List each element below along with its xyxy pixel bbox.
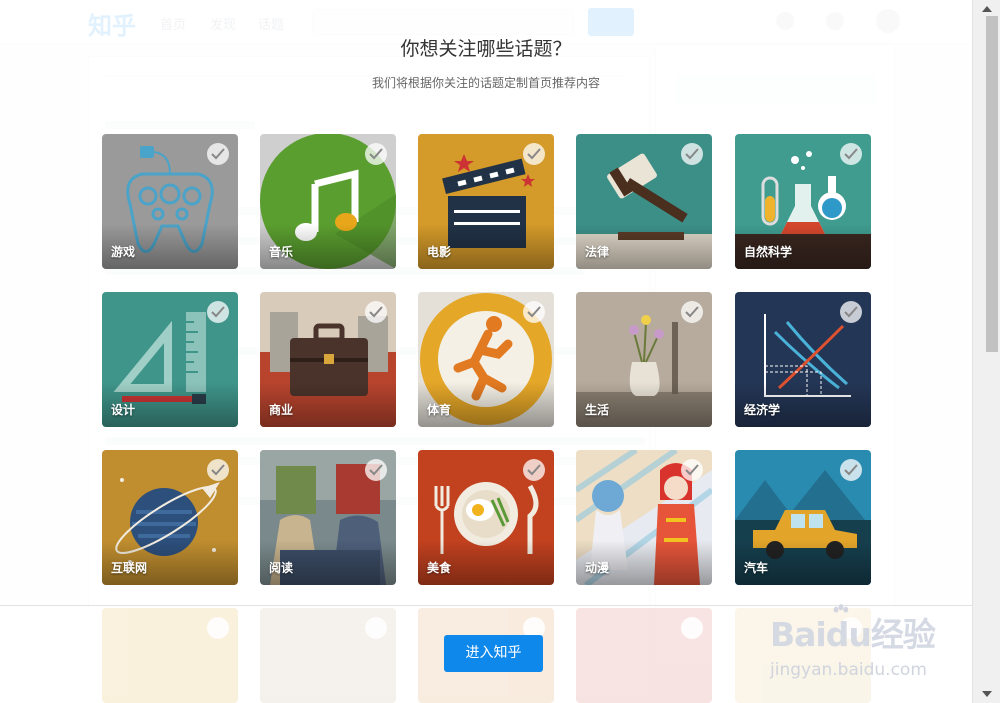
topic-label: 游戏 xyxy=(111,245,136,259)
topic-tile-sports[interactable]: 体育 xyxy=(418,292,554,427)
topic-tile-music[interactable]: 音乐 xyxy=(260,134,396,269)
topic-tile-law[interactable]: 法律 xyxy=(576,134,712,269)
check-icon xyxy=(523,301,545,323)
scroll-up-icon[interactable] xyxy=(982,6,992,12)
topic-label: 设计 xyxy=(111,403,136,417)
check-icon xyxy=(681,301,703,323)
check-icon xyxy=(207,459,229,481)
modal-title: 你想关注哪些话题？ xyxy=(400,38,572,60)
topic-label: 商业 xyxy=(269,403,294,417)
topic-tile-reading[interactable]: 阅读 xyxy=(260,450,396,585)
watermark-url: jingyan.baidu.com xyxy=(770,660,927,680)
check-icon xyxy=(681,143,703,165)
scrollbar-thumb[interactable] xyxy=(986,16,998,352)
topic-tile-cars[interactable]: 汽车 xyxy=(735,450,871,585)
check-icon xyxy=(681,459,703,481)
topic-label: 经济学 xyxy=(744,403,781,417)
check-icon xyxy=(365,301,387,323)
scroll-down-icon[interactable] xyxy=(982,691,992,697)
topic-tile-food[interactable]: 美食 xyxy=(418,450,554,585)
topic-tile-games[interactable]: 游戏 xyxy=(102,134,238,269)
check-icon xyxy=(840,459,862,481)
check-icon xyxy=(840,301,862,323)
check-icon xyxy=(365,143,387,165)
topic-label: 体育 xyxy=(427,403,452,417)
topic-tile-movies[interactable]: 电影 xyxy=(418,134,554,269)
topic-label: 互联网 xyxy=(111,561,148,575)
topic-label: 汽车 xyxy=(744,561,769,575)
topic-tile-economics[interactable]: 经济学 xyxy=(735,292,871,427)
topic-label: 动漫 xyxy=(585,561,610,575)
enter-zhihu-button[interactable]: 进入知乎 xyxy=(444,635,543,672)
check-icon xyxy=(207,143,229,165)
topic-label: 美食 xyxy=(427,561,452,575)
topic-tile-life[interactable]: 生活 xyxy=(576,292,712,427)
check-icon xyxy=(523,459,545,481)
check-icon xyxy=(523,143,545,165)
topic-label: 电影 xyxy=(427,245,452,259)
topic-tile-science[interactable]: 自然科学 xyxy=(735,134,871,269)
topic-label: 生活 xyxy=(585,403,610,417)
check-icon xyxy=(207,301,229,323)
topic-label: 音乐 xyxy=(269,245,294,259)
topic-label: 阅读 xyxy=(269,561,294,575)
modal-subtitle: 我们将根据你关注的话题定制首页推荐内容 xyxy=(371,76,600,90)
topic-tile-business[interactable]: 商业 xyxy=(260,292,396,427)
topic-label: 法律 xyxy=(585,245,610,259)
topic-label: 自然科学 xyxy=(744,245,793,259)
check-icon xyxy=(840,143,862,165)
check-icon xyxy=(365,459,387,481)
topic-tile-internet[interactable]: 互联网 xyxy=(102,450,238,585)
topic-tile-anime[interactable]: 动漫 xyxy=(576,450,712,585)
topic-tile-design[interactable]: 设计 xyxy=(102,292,238,427)
watermark-text: Baidu经验 xyxy=(770,615,936,654)
